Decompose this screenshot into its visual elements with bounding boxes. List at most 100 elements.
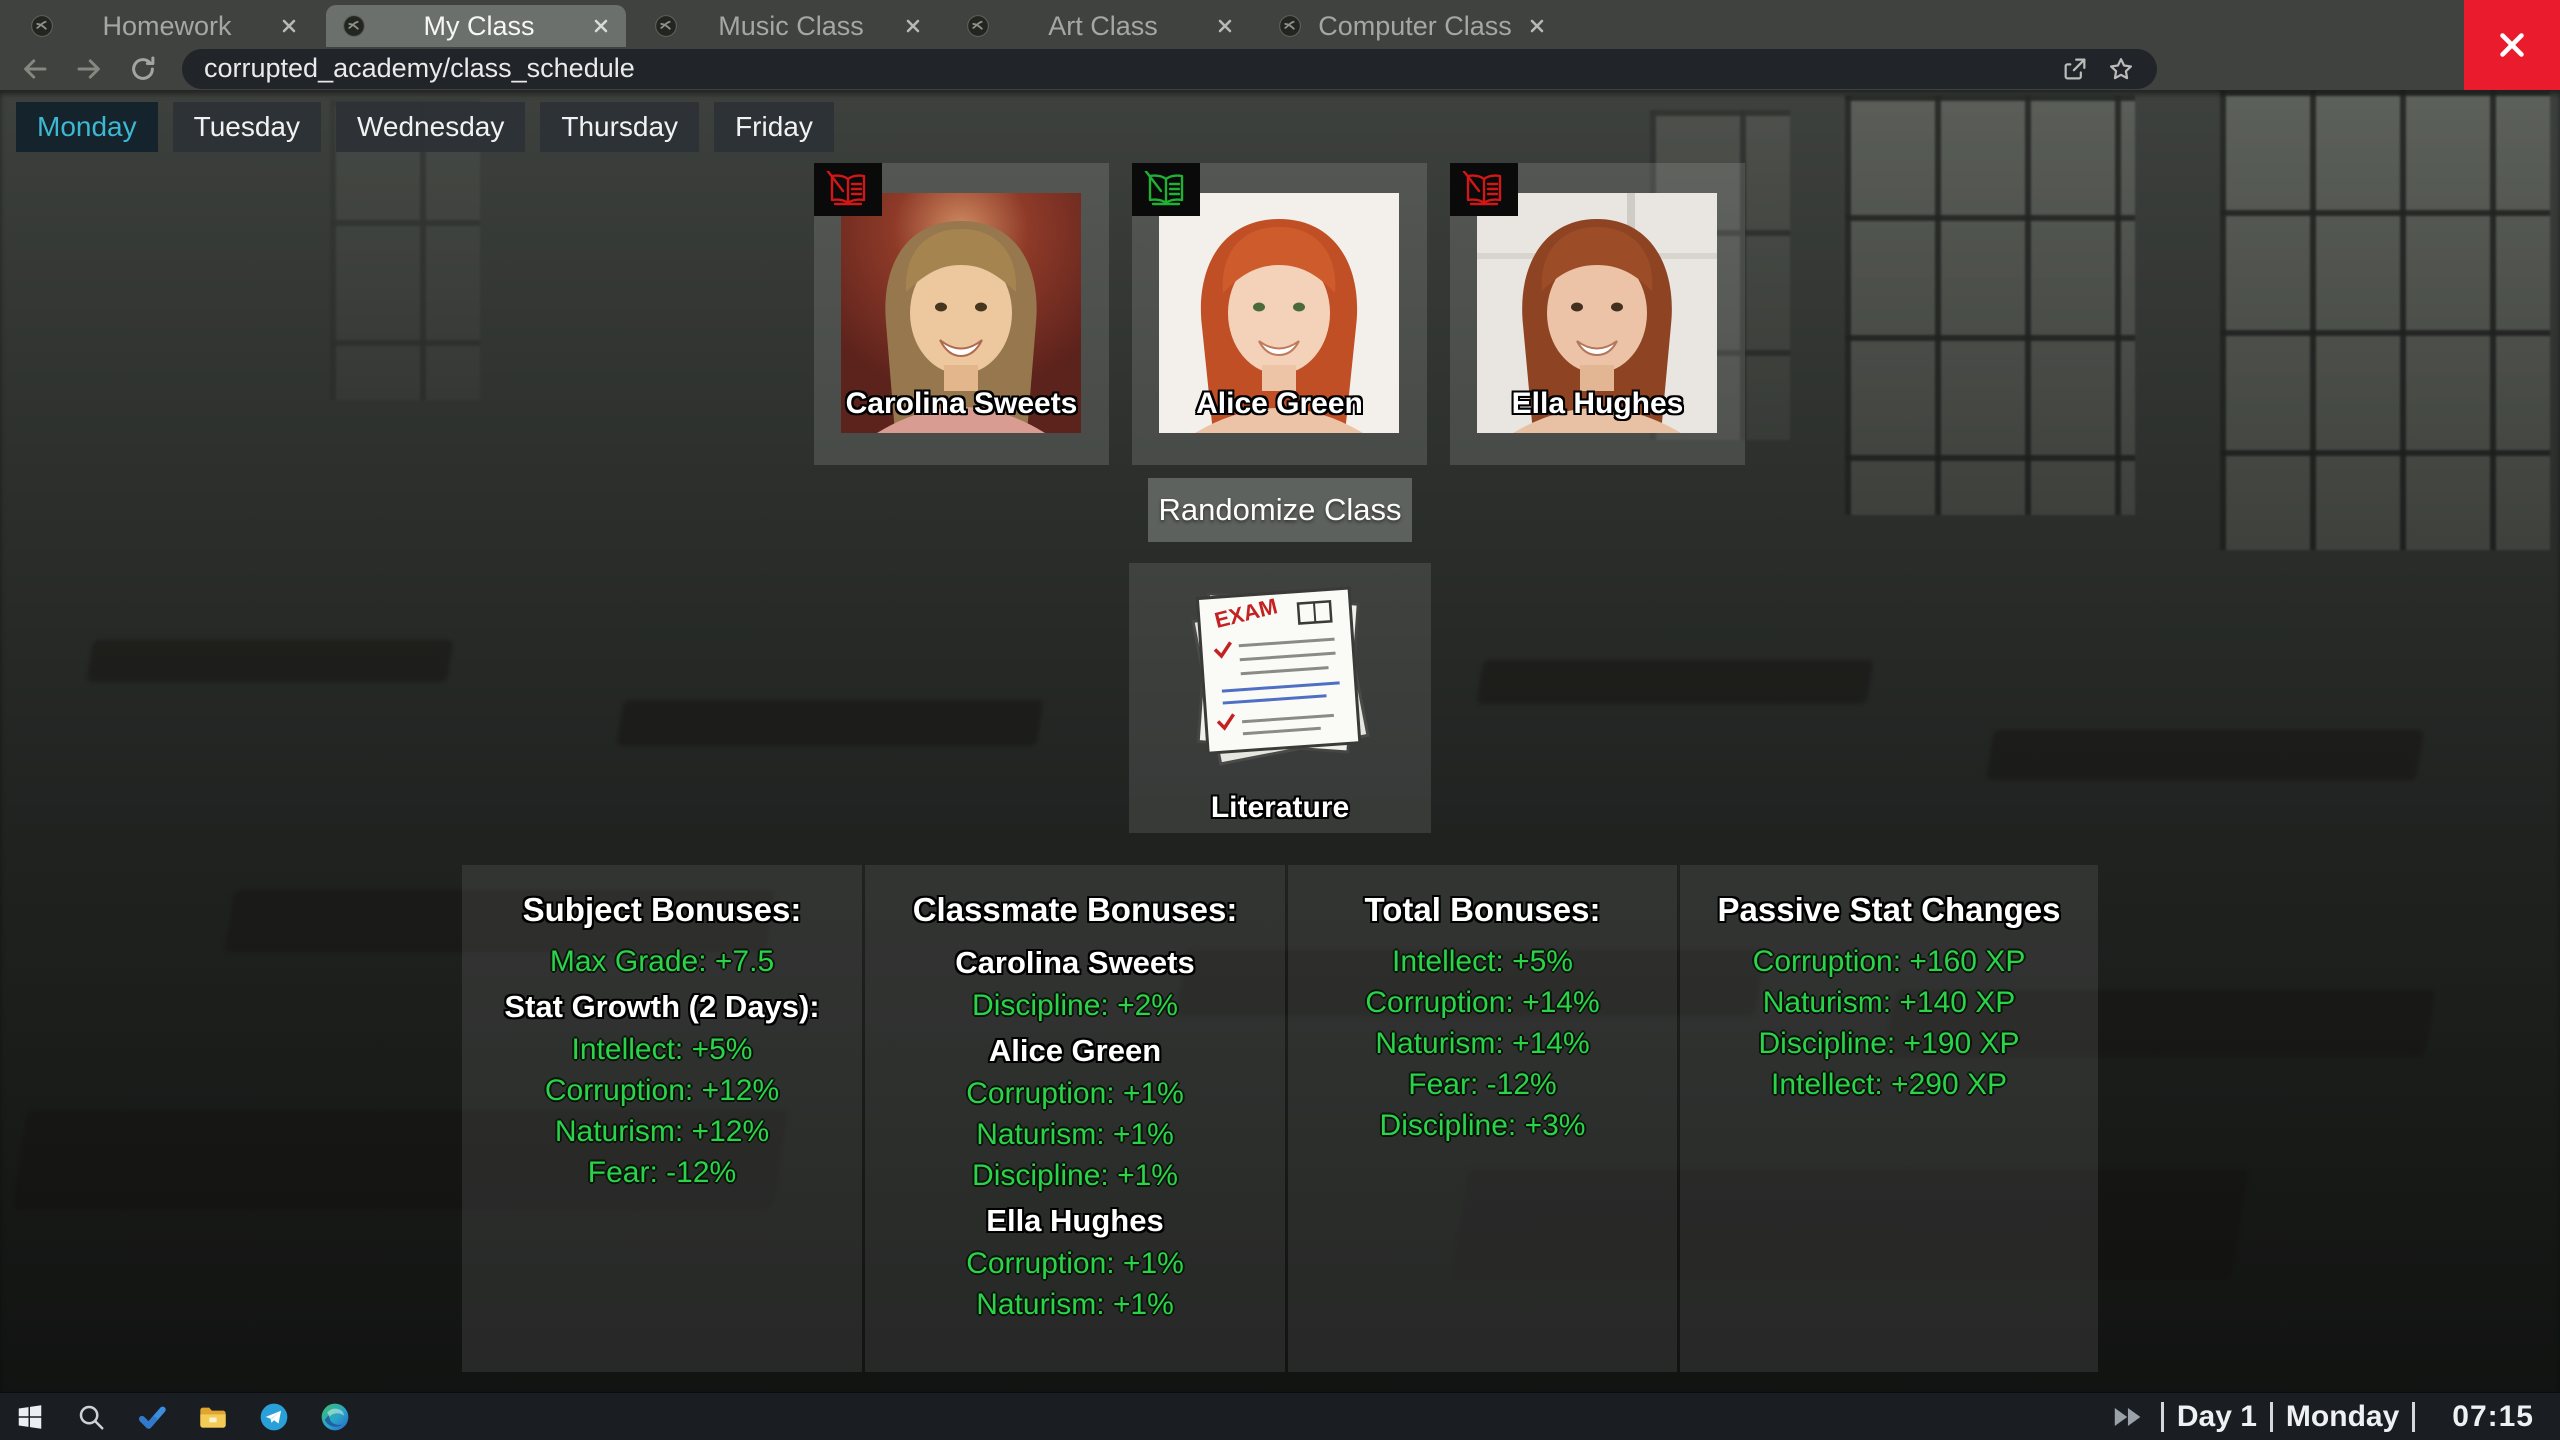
url-box[interactable]: corrupted_academy/class_schedule xyxy=(182,49,2157,89)
tab-art-class[interactable]: Art Class xyxy=(950,5,1250,47)
search-icon[interactable] xyxy=(74,1400,108,1434)
day-counter: Day 1 xyxy=(2177,1400,2257,1434)
homework-book-icon xyxy=(1450,163,1518,216)
stat-line: Max Grade: +7.5 xyxy=(462,945,862,979)
stat-line: Intellect: +5% xyxy=(1288,945,1677,979)
stat-line: Corruption: +1% xyxy=(865,1247,1285,1281)
stat-line: Corruption: +14% xyxy=(1288,986,1677,1020)
fast-forward-icon[interactable] xyxy=(2112,1402,2148,1432)
game-screen: Homework My Class Music Class Art Class xyxy=(0,0,2560,1440)
separator xyxy=(2412,1402,2415,1432)
tab-favicon-icon xyxy=(30,14,54,38)
tab-label: Art Class xyxy=(1002,11,1204,42)
stat-line: Naturism: +12% xyxy=(462,1115,862,1149)
stat-line: Fear: -12% xyxy=(1288,1068,1677,1102)
share-icon[interactable] xyxy=(2061,55,2089,83)
classmate-bonuses-panel: Classmate Bonuses: Carolina Sweets Disci… xyxy=(865,865,1285,1372)
edge-browser-icon[interactable] xyxy=(318,1400,352,1434)
panel-title: Classmate Bonuses: xyxy=(865,891,1285,929)
stat-line: Corruption: +1% xyxy=(865,1077,1285,1111)
taskbar-apps xyxy=(0,1400,352,1434)
browser-chrome: Homework My Class Music Class Art Class xyxy=(0,0,2560,90)
separator xyxy=(2161,1402,2164,1432)
forward-icon[interactable] xyxy=(74,54,104,84)
window-close-button[interactable] xyxy=(2464,0,2560,90)
stat-line: Intellect: +5% xyxy=(462,1033,862,1067)
separator xyxy=(2270,1402,2273,1432)
tab-label: Music Class xyxy=(690,11,892,42)
file-explorer-icon[interactable] xyxy=(196,1400,230,1434)
student-card-carolina[interactable]: Carolina Sweets xyxy=(814,163,1109,465)
telegram-icon[interactable] xyxy=(257,1400,291,1434)
tab-bar: Homework My Class Music Class Art Class xyxy=(0,0,2464,47)
day-tabs: Monday Tuesday Wednesday Thursday Friday xyxy=(16,102,834,152)
stat-line: Naturism: +14% xyxy=(1288,1027,1677,1061)
tab-favicon-icon xyxy=(654,14,678,38)
day-tab-monday[interactable]: Monday xyxy=(16,102,158,152)
taskbar: Day 1 Monday 07:15 xyxy=(0,1392,2560,1440)
student-name: Alice Green xyxy=(1132,387,1427,421)
tab-close-icon[interactable] xyxy=(904,17,922,35)
stat-line: Discipline: +190 XP xyxy=(1680,1027,2098,1061)
stat-line: Naturism: +1% xyxy=(865,1118,1285,1152)
subject-name: Literature xyxy=(1129,791,1431,825)
tab-my-class[interactable]: My Class xyxy=(326,5,626,47)
homework-book-icon xyxy=(814,163,882,216)
weekday-label: Monday xyxy=(2286,1400,2399,1434)
stat-line: Corruption: +12% xyxy=(462,1074,862,1108)
tab-label: Computer Class xyxy=(1314,11,1516,42)
panel-title: Total Bonuses: xyxy=(1288,891,1677,929)
panel-title: Subject Bonuses: xyxy=(462,891,862,929)
randomize-class-button[interactable]: Randomize Class xyxy=(1148,478,1412,542)
todo-check-icon[interactable] xyxy=(135,1400,169,1434)
windows-start-icon[interactable] xyxy=(13,1400,47,1434)
student-name: Ella Hughes xyxy=(1450,387,1745,421)
stat-growth-title: Stat Growth (2 Days): xyxy=(462,989,862,1025)
tab-close-icon[interactable] xyxy=(280,17,298,35)
homework-book-icon xyxy=(1132,163,1200,216)
stat-line: Discipline: +3% xyxy=(1288,1109,1677,1143)
classmate-name: Carolina Sweets xyxy=(865,945,1285,981)
classmate-name: Alice Green xyxy=(865,1033,1285,1069)
stat-line: Corruption: +160 XP xyxy=(1680,945,2098,979)
day-tab-thursday[interactable]: Thursday xyxy=(540,102,699,152)
tab-favicon-icon xyxy=(1278,14,1302,38)
bookmark-star-icon[interactable] xyxy=(2107,55,2135,83)
tab-computer-class[interactable]: Computer Class xyxy=(1262,5,1562,47)
subject-panel-literature[interactable]: EXAM Literature xyxy=(1129,563,1431,833)
tab-homework[interactable]: Homework xyxy=(14,5,314,47)
day-tab-tuesday[interactable]: Tuesday xyxy=(173,102,321,152)
classmates-row: Carolina Sweets xyxy=(814,163,1745,465)
exam-papers-icon: EXAM xyxy=(1165,571,1395,786)
total-bonuses-panel: Total Bonuses: Intellect: +5% Corruption… xyxy=(1288,865,1677,1372)
tab-favicon-icon xyxy=(966,14,990,38)
subject-bonuses-panel: Subject Bonuses: Max Grade: +7.5 Stat Gr… xyxy=(462,865,862,1372)
class-schedule-page: Monday Tuesday Wednesday Thursday Friday xyxy=(0,90,2560,1392)
back-icon[interactable] xyxy=(20,54,50,84)
tab-label: My Class xyxy=(378,11,580,42)
student-card-alice[interactable]: Alice Green xyxy=(1132,163,1427,465)
classmate-name: Ella Hughes xyxy=(865,1203,1285,1239)
tab-label: Homework xyxy=(66,11,268,42)
taskbar-status: Day 1 Monday 07:15 xyxy=(2112,1400,2560,1434)
tab-close-icon[interactable] xyxy=(1528,17,1546,35)
stat-line: Discipline: +2% xyxy=(865,989,1285,1023)
url-text: corrupted_academy/class_schedule xyxy=(204,53,2043,84)
panel-title: Passive Stat Changes xyxy=(1680,891,2098,929)
day-tab-wednesday[interactable]: Wednesday xyxy=(336,102,525,152)
close-icon xyxy=(2491,24,2533,66)
stat-line: Naturism: +1% xyxy=(865,1288,1285,1322)
student-card-ella[interactable]: Ella Hughes xyxy=(1450,163,1745,465)
stat-line: Fear: -12% xyxy=(462,1156,862,1190)
stat-line: Naturism: +140 XP xyxy=(1680,986,2098,1020)
day-tab-friday[interactable]: Friday xyxy=(714,102,834,152)
tab-close-icon[interactable] xyxy=(592,17,610,35)
tab-favicon-icon xyxy=(342,14,366,38)
address-bar: corrupted_academy/class_schedule xyxy=(0,47,2464,90)
tab-music-class[interactable]: Music Class xyxy=(638,5,938,47)
clock-time: 07:15 xyxy=(2452,1400,2534,1434)
tab-close-icon[interactable] xyxy=(1216,17,1234,35)
student-name: Carolina Sweets xyxy=(814,387,1109,421)
refresh-icon[interactable] xyxy=(128,54,158,84)
stat-line: Discipline: +1% xyxy=(865,1159,1285,1193)
